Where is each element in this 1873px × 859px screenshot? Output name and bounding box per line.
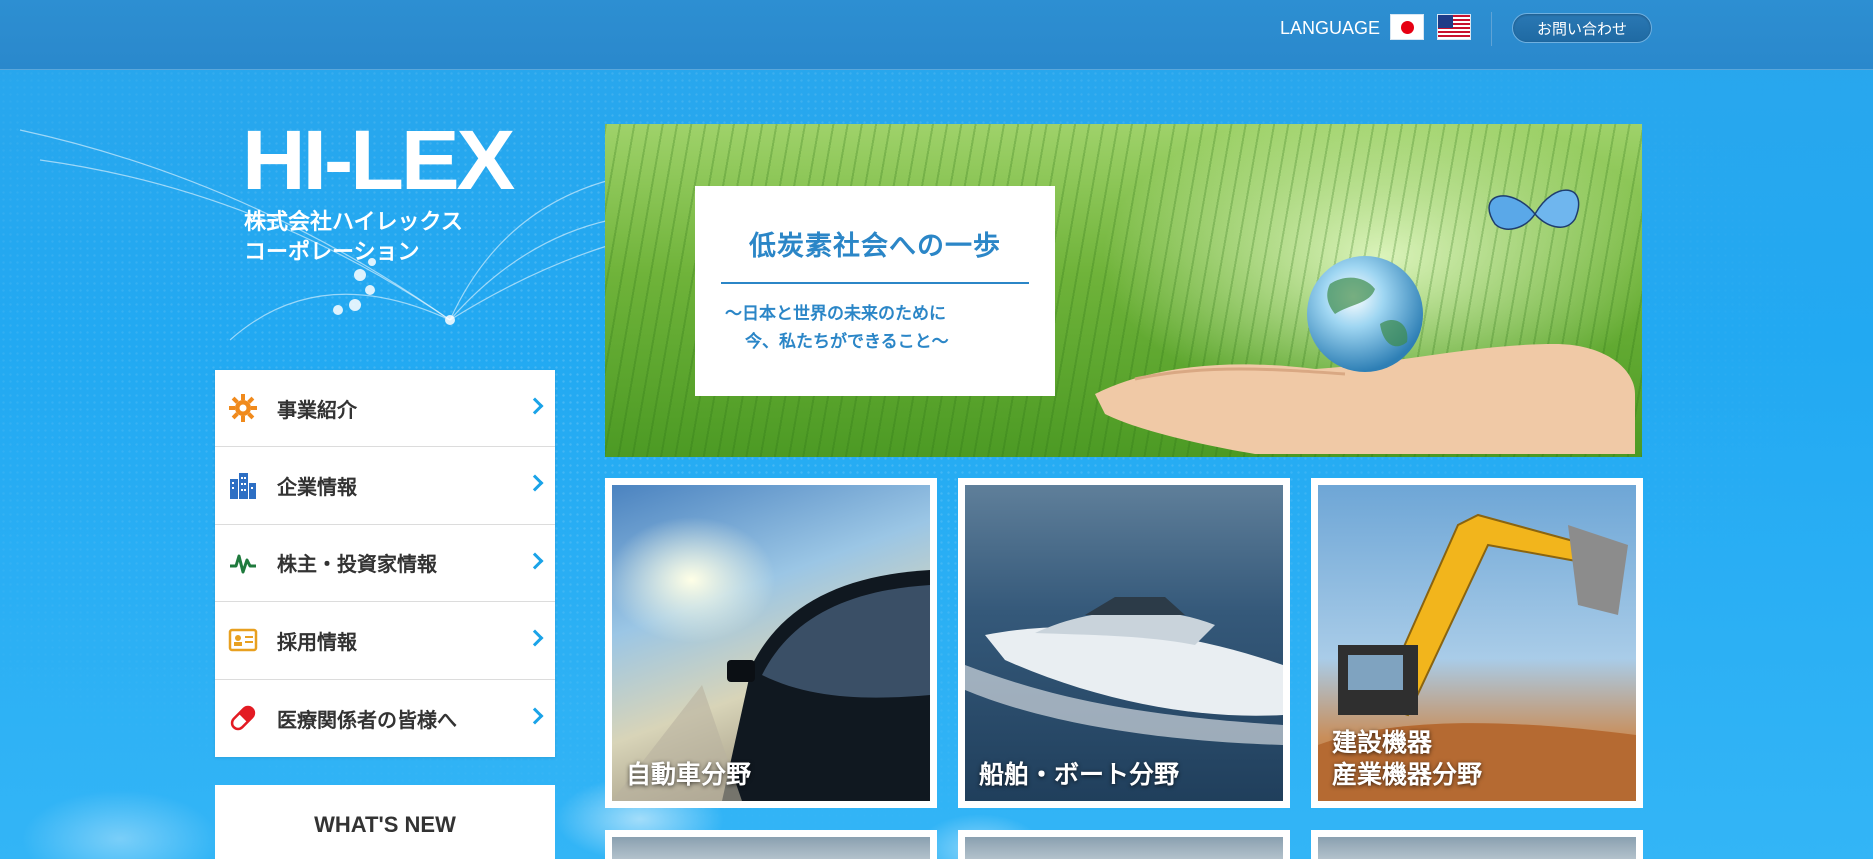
company-name-line1: 株式会社ハイレックス (244, 210, 463, 235)
tile-label-line: 船舶・ボート分野 (979, 760, 1180, 789)
id-card-icon (227, 624, 259, 656)
chevron-right-icon (526, 707, 544, 725)
stock-chart-icon (227, 547, 259, 579)
language-label: LANGUAGE (1280, 18, 1381, 38)
nav-label: 医療関係者の皆様へ (277, 707, 457, 732)
nav-item-business[interactable]: 事業紹介 (215, 370, 555, 448)
nav-label: 採用情報 (277, 629, 357, 654)
header-divider (1491, 12, 1492, 46)
top-bar: LANGUAGE お問い合わせ (0, 0, 1873, 70)
hero-divider (721, 282, 1029, 284)
hilex-logo[interactable]: HI-LEX (242, 118, 515, 202)
hero-message-card: 低炭素社会への一歩 〜日本と世界の未来のために 今、私たちができること〜 (695, 186, 1055, 396)
tile-image-partial (965, 837, 1283, 859)
us-flag-icon[interactable] (1437, 14, 1471, 40)
hero-banner[interactable]: 低炭素社会への一歩 〜日本と世界の未来のために 今、私たちができること〜 (605, 124, 1642, 457)
tile-label-line: 自動車分野 (626, 760, 752, 789)
hero-subtitle-line2: 今、私たちができること〜 (745, 332, 949, 352)
hand-globe-illustration (1095, 189, 1635, 454)
nav-label: 事業紹介 (277, 397, 357, 422)
side-nav: 事業紹介 企業情報 株主・投資家情報 採用情報 医療関係者の皆様へ (215, 370, 555, 757)
japan-flag-icon[interactable] (1390, 14, 1424, 40)
capsule-icon (227, 702, 259, 734)
nav-item-medical[interactable]: 医療関係者の皆様へ (215, 680, 555, 757)
hero-title: 低炭素社会への一歩 (749, 231, 1001, 262)
hero-subtitle: 〜日本と世界の未来のために 今、私たちができること〜 (725, 300, 1035, 356)
construction-image: 建設機器 産業機器分野 (1318, 485, 1636, 801)
chevron-right-icon (526, 552, 544, 570)
automotive-image: 自動車分野 (612, 485, 930, 801)
boat-illustration (965, 597, 1283, 745)
gear-icon (227, 392, 259, 424)
tile-row2-1[interactable] (605, 830, 937, 859)
hero-subtitle-line1: 〜日本と世界の未来のために (725, 304, 946, 324)
tile-image-partial (612, 837, 930, 859)
nav-label: 株主・投資家情報 (277, 552, 437, 577)
whats-new-panel: WHAT'S NEW (215, 785, 555, 859)
nav-item-investors[interactable]: 株主・投資家情報 (215, 525, 555, 603)
tile-label: 自動車分野 (626, 759, 751, 791)
tile-label: 建設機器 産業機器分野 (1332, 727, 1482, 791)
contact-button[interactable]: お問い合わせ (1512, 13, 1652, 43)
tile-construction[interactable]: 建設機器 産業機器分野 (1311, 478, 1643, 808)
company-name-line2: コーポレーション (244, 240, 420, 265)
tile-label-line: 建設機器 (1332, 728, 1433, 757)
tile-row2-3[interactable] (1311, 830, 1643, 859)
whats-new-title: WHAT'S NEW (314, 812, 456, 837)
tile-image-partial (1318, 837, 1636, 859)
tile-automotive[interactable]: 自動車分野 (605, 478, 937, 808)
nav-item-company[interactable]: 企業情報 (215, 447, 555, 525)
tile-row2-2[interactable] (958, 830, 1290, 859)
nav-label: 企業情報 (277, 475, 357, 500)
building-icon (227, 470, 259, 502)
chevron-right-icon (526, 397, 544, 415)
chevron-right-icon (526, 474, 544, 492)
marine-image: 船舶・ボート分野 (965, 485, 1283, 801)
chevron-right-icon (526, 629, 544, 647)
car-illustration (612, 570, 930, 801)
tile-marine[interactable]: 船舶・ボート分野 (958, 478, 1290, 808)
nav-item-recruit[interactable]: 採用情報 (215, 602, 555, 680)
butterfly-icon (1488, 189, 1580, 230)
tile-label-line: 産業機器分野 (1332, 760, 1483, 789)
company-name: 株式会社ハイレックス コーポレーション (244, 208, 463, 268)
tile-label: 船舶・ボート分野 (979, 759, 1179, 791)
